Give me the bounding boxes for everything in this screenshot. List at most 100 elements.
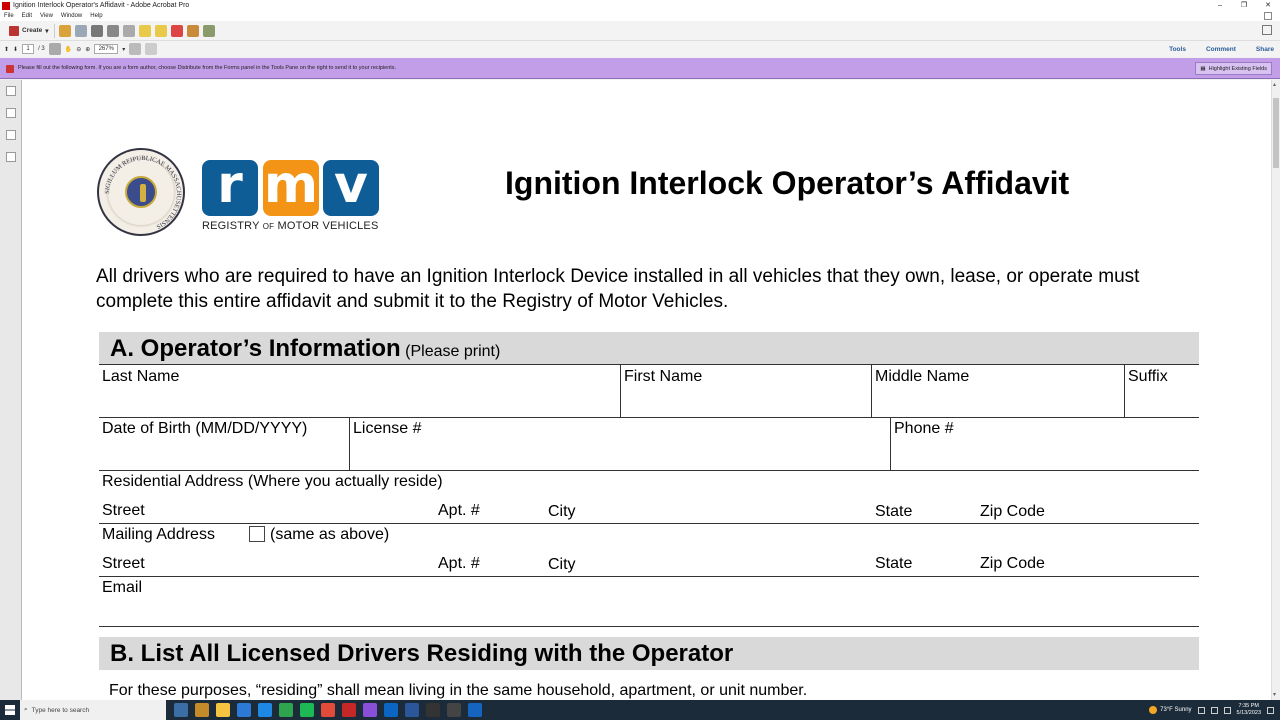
save-icon[interactable]	[74, 24, 87, 37]
attachments-icon[interactable]	[5, 130, 16, 140]
highlight-fields-icon: ▦	[1200, 65, 1206, 72]
menu-file[interactable]: File	[4, 13, 14, 19]
create-icon	[9, 25, 19, 36]
print-icon[interactable]	[90, 24, 103, 37]
fit-page-icon[interactable]	[129, 43, 142, 55]
taskbar-app-icon[interactable]	[174, 703, 188, 717]
menu-view[interactable]: View	[40, 13, 53, 19]
notifications-icon[interactable]	[1267, 706, 1274, 714]
residential-state-label: State	[875, 503, 913, 520]
settings-gear-icon[interactable]	[122, 24, 135, 37]
vertical-scrollbar[interactable]: ▴ ▾	[1271, 80, 1280, 700]
right-pane-links: Tools Comment Share	[1169, 41, 1274, 57]
zoom-in-icon[interactable]: ⊕	[85, 46, 90, 53]
section-a-header: A. Operator’s Information (Please print)	[99, 332, 1199, 365]
zoom-dropdown-icon[interactable]: ▾	[122, 46, 125, 53]
zoom-input[interactable]: 267%	[94, 44, 119, 54]
menu-help[interactable]: Help	[90, 13, 102, 19]
signatures-icon[interactable]	[5, 152, 16, 162]
menu-window[interactable]: Window	[61, 13, 82, 19]
search-placeholder: Type here to search	[31, 706, 90, 714]
prev-page-icon[interactable]: ⬆	[4, 46, 9, 53]
residential-zip-label: Zip Code	[980, 503, 1045, 520]
highlight-fields-label: Highlight Existing Fields	[1208, 65, 1267, 72]
zoom-out-icon[interactable]: ⊖	[76, 46, 81, 53]
email-icon[interactable]	[106, 24, 119, 37]
same-as-above-checkbox[interactable]	[249, 526, 265, 542]
taskbar-app-icon[interactable]	[426, 703, 440, 717]
sign-icon[interactable]	[170, 24, 183, 37]
taskbar-app-icon[interactable]	[216, 703, 230, 717]
acrobat-icon	[2, 1, 10, 10]
taskbar-search[interactable]: ⌕ Type here to search	[20, 700, 166, 720]
first-name-label: First Name	[624, 368, 703, 385]
weather-text: 73°F Sunny	[1160, 707, 1192, 713]
weather-widget[interactable]: 73°F Sunny	[1149, 706, 1192, 714]
highlight-icon[interactable]	[154, 24, 167, 37]
network-icon[interactable]	[1210, 706, 1218, 714]
close-button[interactable]: ✕	[1256, 0, 1280, 11]
comment-bubble-icon[interactable]	[138, 24, 151, 37]
taskbar-app-icon[interactable]	[237, 703, 251, 717]
export-icon[interactable]	[186, 24, 199, 37]
mailing-zip-label: Zip Code	[980, 555, 1045, 572]
taskbar-app-icon[interactable]	[384, 703, 398, 717]
last-name-label: Last Name	[102, 368, 180, 385]
maximize-button[interactable]: ❐	[1232, 0, 1256, 11]
system-tray: 73°F Sunny 7:35 PM 5/13/2023	[1149, 700, 1280, 720]
page-thumbnails-icon[interactable]	[5, 86, 16, 96]
next-page-icon[interactable]: ⬇	[13, 46, 18, 53]
menubar: File Edit View Window Help	[0, 11, 1280, 21]
scroll-thumb[interactable]	[1273, 98, 1279, 168]
massachusetts-seal-logo: SIGILLUM REIPUBLICAE MASSACHUSETTENSIS	[97, 148, 185, 236]
taskbar-app-icon[interactable]	[405, 703, 419, 717]
windows-taskbar: ⌕ Type here to search 73°F Sunny 7:35 PM…	[0, 700, 1280, 720]
taskbar-app-icon[interactable]	[300, 703, 314, 717]
open-folder-icon[interactable]	[58, 24, 71, 37]
volume-icon[interactable]	[1223, 706, 1231, 714]
section-b-header: B. List All Licensed Drivers Residing wi…	[99, 637, 1199, 670]
navigation-pane	[0, 80, 22, 700]
tray-chevron-icon[interactable]	[1197, 706, 1205, 714]
fit-width-icon[interactable]	[145, 43, 158, 55]
taskbar-app-icon[interactable]	[363, 703, 377, 717]
scroll-up-icon[interactable]: ▴	[1273, 82, 1279, 88]
highlight-fields-button[interactable]: ▦ Highlight Existing Fields	[1195, 62, 1272, 75]
expand-icon[interactable]	[1262, 25, 1272, 35]
mailing-apt-label: Apt. #	[438, 555, 480, 572]
rmv-subtitle: REGISTRY OF MOTOR VEHICLES	[202, 220, 379, 232]
restore-document-icon[interactable]	[1264, 12, 1272, 20]
taskbar-app-icon[interactable]	[342, 703, 356, 717]
scroll-down-icon[interactable]: ▾	[1273, 692, 1279, 698]
same-as-above-label: (same as above)	[270, 526, 390, 543]
taskbar-app-icon[interactable]	[195, 703, 209, 717]
taskbar-app-icon[interactable]	[258, 703, 272, 717]
mailing-city-label: City	[548, 556, 576, 573]
taskbar-app-icon[interactable]	[279, 703, 293, 717]
chevron-down-icon: ▾	[45, 27, 49, 35]
windows-logo-icon	[5, 705, 15, 715]
bookmarks-icon[interactable]	[5, 108, 16, 118]
rmv-logo-m: m	[263, 155, 319, 216]
select-cursor-icon[interactable]	[48, 43, 61, 55]
page-number-input[interactable]: 1	[22, 44, 35, 54]
clock[interactable]: 7:35 PM 5/13/2023	[1237, 703, 1261, 717]
share-link[interactable]: Share	[1256, 46, 1274, 53]
sun-icon	[1149, 706, 1158, 714]
middle-name-label: Middle Name	[875, 368, 970, 385]
tools-link[interactable]: Tools	[1169, 46, 1186, 53]
create-button[interactable]: Create ▾	[4, 23, 55, 38]
taskbar-app-icon[interactable]	[447, 703, 461, 717]
phone-label: Phone #	[894, 420, 954, 437]
taskbar-app-icon[interactable]	[468, 703, 482, 717]
taskbar-app-icon[interactable]	[321, 703, 335, 717]
hand-tool-icon[interactable]: ✋	[65, 46, 72, 53]
comment-link[interactable]: Comment	[1206, 46, 1236, 53]
menu-edit[interactable]: Edit	[22, 13, 32, 19]
minimize-button[interactable]: –	[1208, 0, 1232, 11]
section-b-title: B. List All Licensed Drivers Residing wi…	[110, 640, 734, 667]
clock-date: 5/13/2023	[1236, 710, 1261, 716]
start-button[interactable]	[0, 700, 20, 720]
search-icon: ⌕	[24, 706, 28, 713]
attach-icon[interactable]	[202, 24, 215, 37]
